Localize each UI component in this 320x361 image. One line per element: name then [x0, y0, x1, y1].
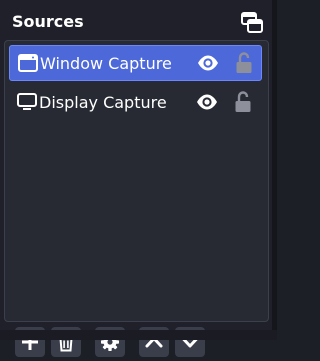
lock-toggle[interactable]	[235, 52, 253, 74]
undock-button[interactable]	[240, 12, 264, 34]
unlock-icon	[236, 52, 252, 73]
window-capture-icon	[18, 54, 38, 72]
visibility-toggle[interactable]	[197, 55, 219, 71]
dock-title: Sources	[12, 12, 84, 31]
dock-splitter[interactable]	[272, 0, 277, 340]
source-label: Window Capture	[40, 54, 172, 73]
lock-toggle[interactable]	[234, 91, 252, 113]
source-item-display-capture[interactable]: Display Capture	[9, 85, 262, 121]
source-label: Display Capture	[39, 93, 167, 112]
display-capture-icon	[17, 93, 37, 110]
visibility-toggle[interactable]	[196, 94, 218, 110]
eye-icon	[198, 55, 218, 71]
dock-header: Sources	[0, 0, 277, 40]
source-item-window-capture[interactable]: Window Capture	[9, 45, 262, 81]
dock-bottom-edge	[0, 330, 277, 340]
undock-icon	[241, 12, 263, 33]
sources-dock: Sources Window Capture Display Capture	[0, 0, 277, 357]
unlock-icon	[235, 91, 251, 112]
eye-icon	[197, 94, 217, 110]
sources-list: Window Capture Display Capture	[4, 40, 269, 357]
